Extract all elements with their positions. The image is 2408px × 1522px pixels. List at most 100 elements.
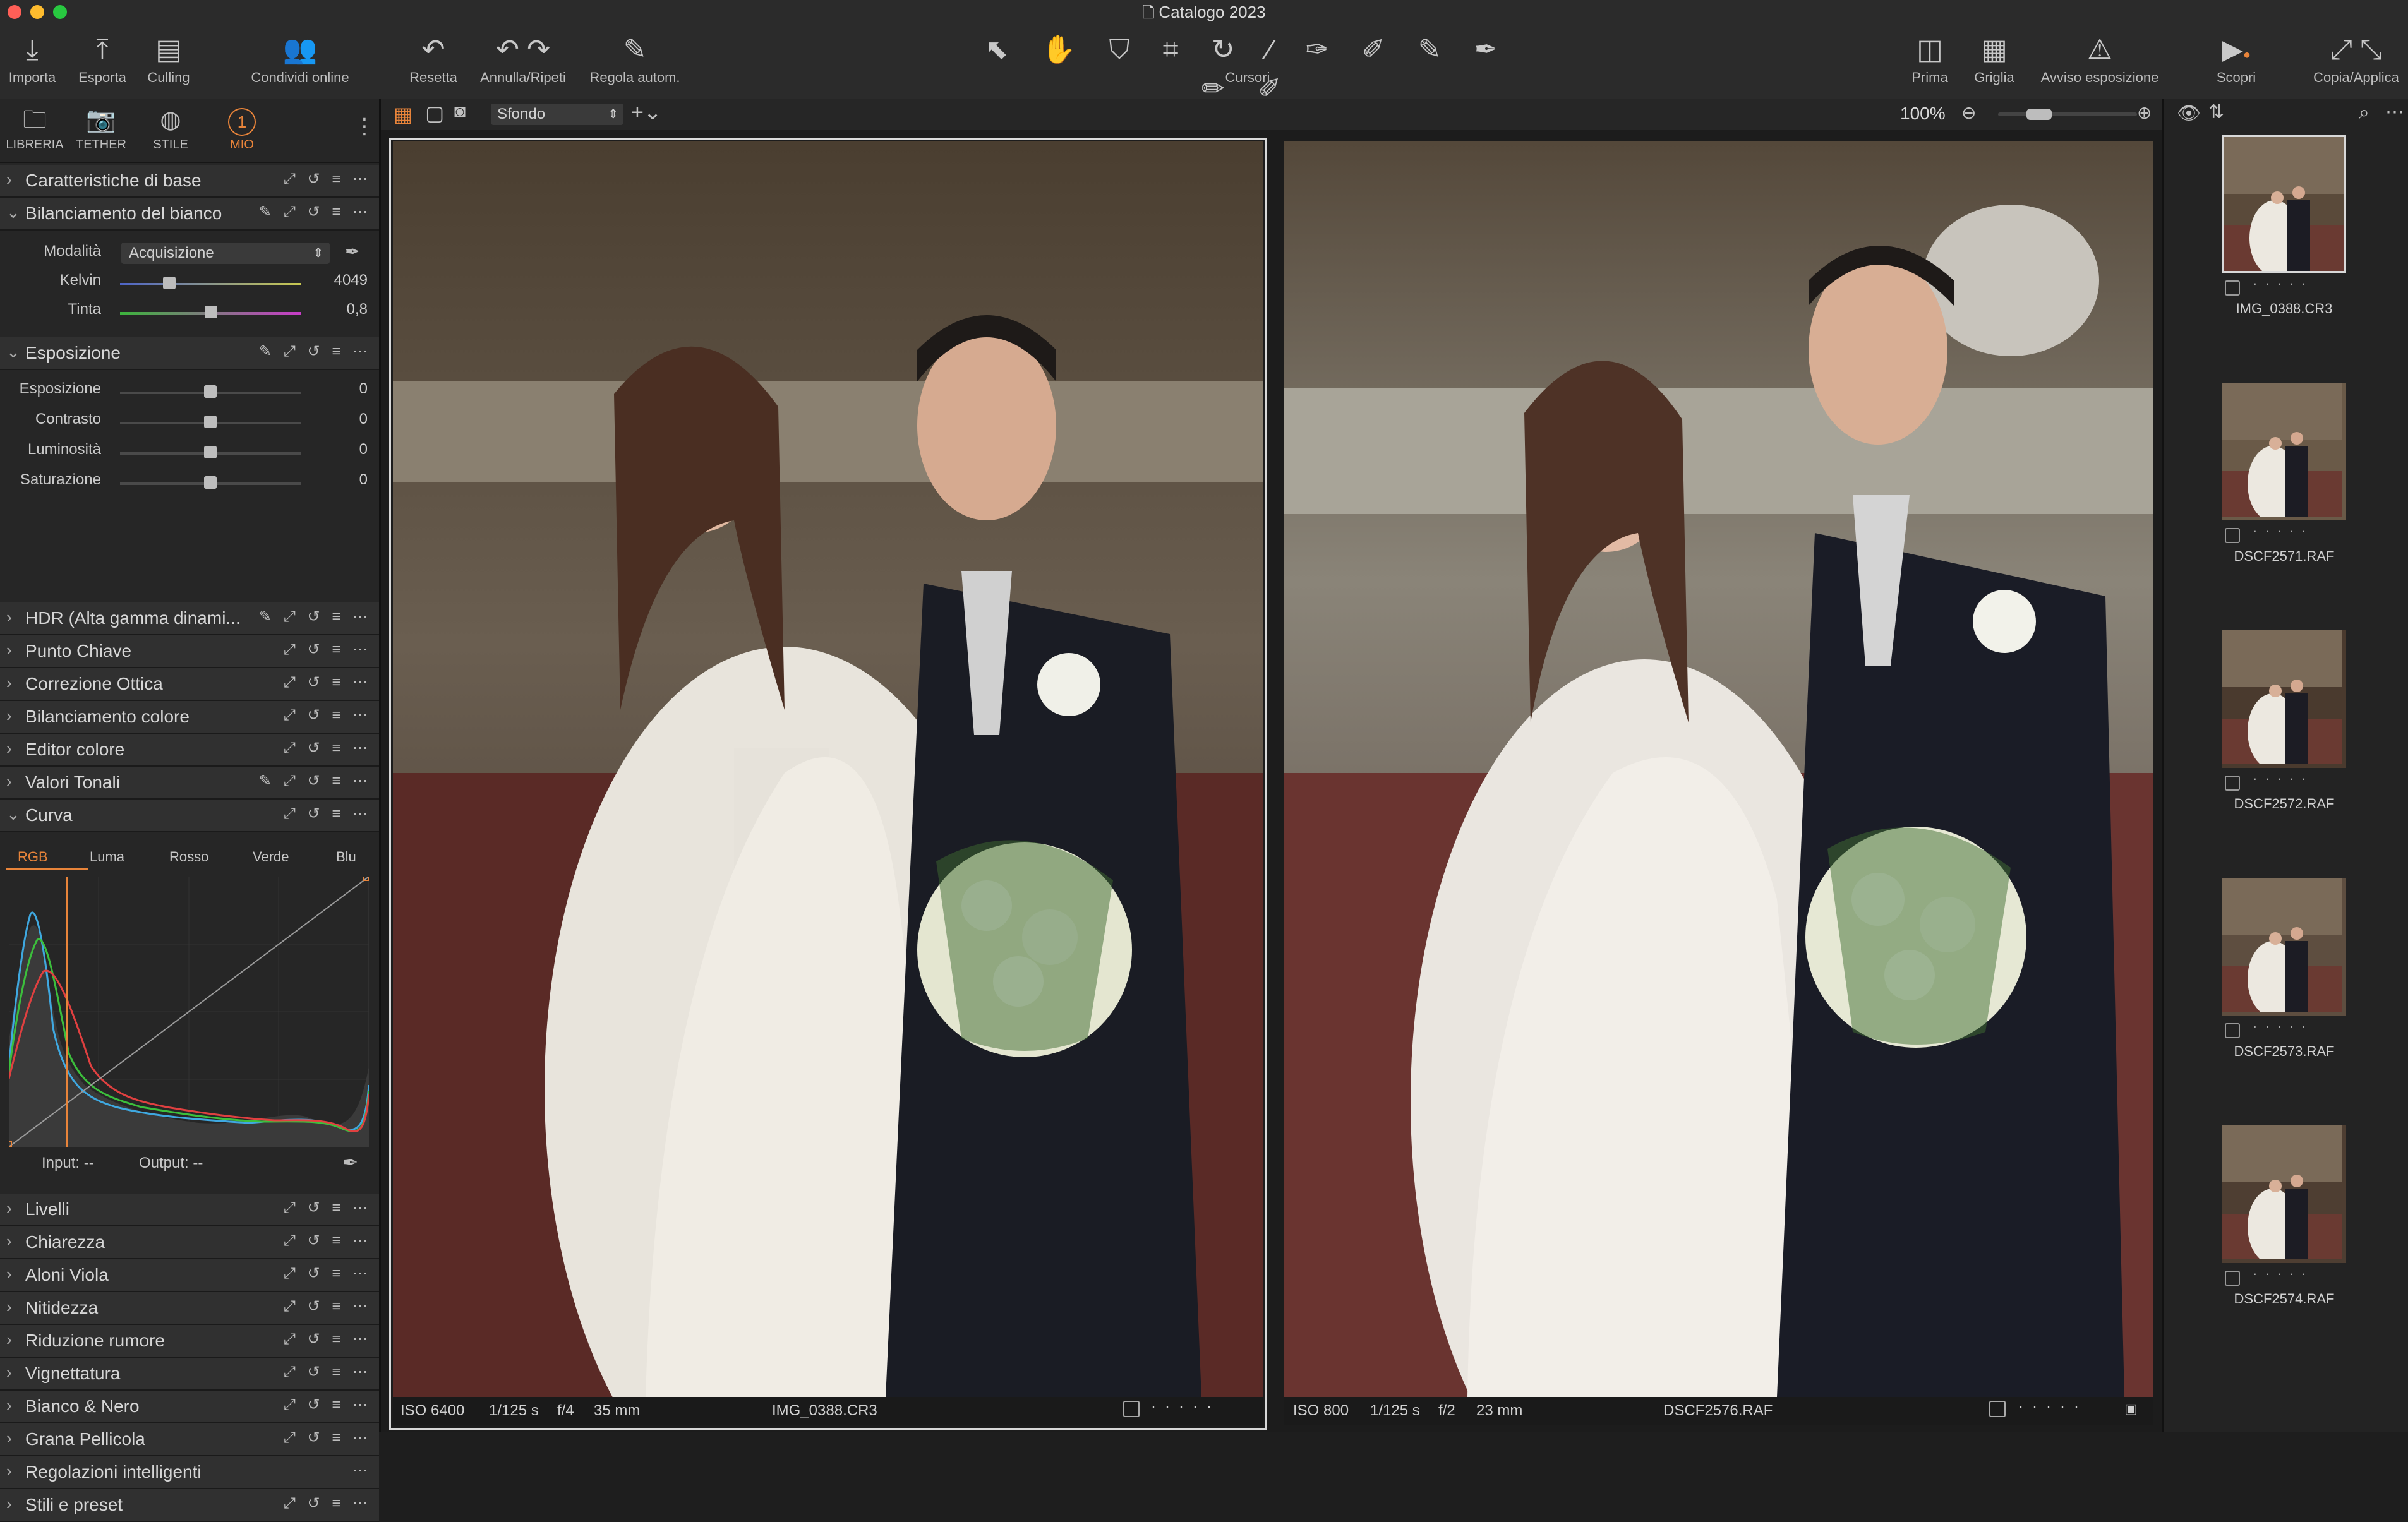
background-select[interactable]: Sfondo ⇕: [491, 104, 623, 125]
section-basic[interactable]: › Caratteristiche di base ⤢ ↺ ≡ ⋯: [0, 165, 379, 198]
exposure-row-knob[interactable]: [204, 385, 217, 398]
tab-tether[interactable]: 📷 TETHER: [66, 102, 136, 152]
tab-library[interactable]: 🗀 LIBRERIA: [0, 102, 69, 152]
section-actions-icons[interactable]: ⤢ ↺ ≡ ⋯: [284, 805, 371, 823]
section-item[interactable]: › Riduzione rumore ⤢ ↺ ≡ ⋯: [0, 1325, 379, 1358]
section-item[interactable]: › Nitidezza ⤢ ↺ ≡ ⋯: [0, 1292, 379, 1325]
section-actions-icons[interactable]: ⤢ ↺ ≡ ⋯: [284, 170, 371, 188]
left-rating-stars[interactable]: ·····: [1151, 1398, 1220, 1416]
sort-icon[interactable]: ⇅: [2208, 101, 2224, 123]
curve-tab-red[interactable]: Rosso: [169, 849, 208, 865]
single-view-icon[interactable]: ▢: [425, 101, 444, 125]
exposure-row-knob[interactable]: [204, 476, 217, 489]
section-actions-icons[interactable]: ✎ ⤢ ↺ ≡ ⋯: [259, 608, 371, 626]
exposure-row-value[interactable]: 0: [317, 441, 368, 458]
zoom-level[interactable]: 100%: [1900, 104, 1946, 124]
search-icon[interactable]: ⌕: [2359, 102, 2369, 124]
section-actions-icons[interactable]: ⤢ ↺ ≡ ⋯: [284, 640, 371, 659]
thumbnail-image[interactable]: [2222, 630, 2346, 768]
exposure-row-value[interactable]: 0: [317, 380, 368, 398]
section-actions-icons[interactable]: ⤢ ↺ ≡ ⋯: [284, 1494, 371, 1513]
exposure-warning-button[interactable]: ⚠ Avviso esposizione: [2030, 30, 2169, 86]
section-actions-icons[interactable]: ✎ ⤢ ↺ ≡ ⋯: [259, 203, 371, 221]
section-actions-icons[interactable]: ⤢ ↺ ≡ ⋯: [284, 1396, 371, 1414]
thumbnail-rating[interactable]: ·····: [2253, 1266, 2314, 1282]
zoom-out-icon[interactable]: ⊖: [1961, 102, 1976, 123]
import-button[interactable]: ⤓ Importa: [4, 30, 61, 86]
undo-redo-button[interactable]: ↶ ↷ Annulla/Ripeti: [473, 30, 574, 86]
preview-icon[interactable]: ◙: [454, 101, 466, 123]
thumbnail-rating[interactable]: ·····: [2253, 523, 2314, 539]
thumbnail-image[interactable]: [2222, 1125, 2346, 1263]
before-button[interactable]: ◫ Prima: [1895, 30, 1965, 86]
curve-tab-luma[interactable]: Luma: [90, 849, 124, 865]
zoom-in-icon[interactable]: ⊕: [2137, 102, 2152, 123]
discover-button[interactable]: ▶● Scopri: [2205, 30, 2268, 86]
section-exposure[interactable]: ⌄ Esposizione ✎ ⤢ ↺ ≡ ⋯: [0, 337, 379, 370]
curve-tab-blue[interactable]: Blu: [336, 849, 356, 865]
curve-editor[interactable]: [9, 877, 369, 1147]
thumbnail-checkbox[interactable]: [2225, 1271, 2240, 1286]
tab-style[interactable]: ◍ STILE: [136, 102, 205, 152]
section-curve[interactable]: ⌄ Curva ⤢ ↺ ≡ ⋯: [0, 800, 379, 832]
thumbnail-rating[interactable]: ·····: [2253, 1018, 2314, 1034]
share-online-button[interactable]: 👥 Condividi online: [240, 30, 360, 86]
tint-slider-knob[interactable]: [205, 306, 217, 318]
zoom-slider-knob[interactable]: [2026, 109, 2052, 120]
thumbnail-checkbox[interactable]: [2225, 528, 2240, 543]
culling-button[interactable]: ▤ Culling: [140, 30, 197, 86]
more-icon[interactable]: ⋯: [2385, 101, 2404, 123]
section-item[interactable]: › Bilanciamento colore ⤢ ↺ ≡ ⋯: [0, 701, 379, 734]
right-select-checkbox[interactable]: [1989, 1401, 2006, 1417]
section-actions-icons[interactable]: ⤢ ↺ ≡ ⋯: [284, 706, 371, 724]
thumbnail-checkbox[interactable]: [2225, 280, 2240, 296]
wb-mode-select[interactable]: Acquisizione ⇕: [121, 243, 330, 264]
image-left[interactable]: [393, 141, 1263, 1397]
reset-button[interactable]: ↶ Resetta: [402, 30, 465, 86]
section-actions-icons[interactable]: ✎ ⤢ ↺ ≡ ⋯: [259, 342, 371, 361]
export-button[interactable]: ⤒ Esporta: [71, 30, 134, 86]
section-item[interactable]: › HDR (Alta gamma dinami... ✎ ⤢ ↺ ≡ ⋯: [0, 602, 379, 635]
thumbnail-image[interactable]: [2222, 878, 2346, 1016]
section-tonal-values[interactable]: › Valori Tonali ✎ ⤢ ↺ ≡ ⋯: [0, 767, 379, 800]
section-white-balance[interactable]: ⌄ Bilanciamento del bianco ✎ ⤢ ↺ ≡ ⋯: [0, 198, 379, 231]
section-actions-icons[interactable]: ⤢ ↺ ≡ ⋯: [284, 1429, 371, 1447]
copy-apply-button[interactable]: ⤢ ⤡ Copia/Applica: [2306, 30, 2407, 86]
section-item[interactable]: › Grana Pellicola ⤢ ↺ ≡ ⋯: [0, 1423, 379, 1456]
thumbnail-image[interactable]: [2222, 135, 2346, 273]
add-icon[interactable]: +⌄: [631, 100, 661, 125]
thumbnail-rating[interactable]: ·····: [2253, 275, 2314, 292]
curve-picker-icon[interactable]: ✒: [342, 1152, 358, 1174]
eye-icon[interactable]: 👁: [2177, 102, 2201, 124]
tab-mine[interactable]: 1 MIO: [207, 102, 277, 152]
section-actions-icons[interactable]: ✎ ⤢ ↺ ≡ ⋯: [259, 772, 371, 790]
thumbnail-checkbox[interactable]: [2225, 776, 2240, 791]
kelvin-value[interactable]: 4049: [317, 272, 368, 289]
left-select-checkbox[interactable]: [1123, 1401, 1140, 1417]
auto-adjust-button[interactable]: ✎ Regola autom.: [581, 30, 689, 86]
section-actions-icons[interactable]: ⤢ ↺ ≡ ⋯: [284, 1363, 371, 1381]
section-actions-icons[interactable]: ⤢ ↺ ≡ ⋯: [284, 1199, 371, 1217]
section-actions-icons[interactable]: ⤢ ↺ ≡ ⋯: [284, 1264, 371, 1283]
exposure-row-value[interactable]: 0: [317, 471, 368, 489]
section-actions-icons[interactable]: ⤢ ↺ ≡ ⋯: [284, 673, 371, 692]
eyedropper-icon[interactable]: ✒: [345, 241, 359, 262]
tint-value[interactable]: 0,8: [317, 301, 368, 318]
exposure-row-knob[interactable]: [204, 446, 217, 458]
zoom-slider[interactable]: [1998, 112, 2137, 116]
thumbnail-image[interactable]: [2222, 383, 2346, 520]
section-item[interactable]: › Chiarezza ⤢ ↺ ≡ ⋯: [0, 1226, 379, 1259]
thumbnail-rating[interactable]: ·····: [2253, 770, 2314, 787]
grid-view-icon[interactable]: ▦: [394, 102, 412, 126]
section-item[interactable]: › Punto Chiave ⤢ ↺ ≡ ⋯: [0, 635, 379, 668]
section-item[interactable]: › Livelli ⤢ ↺ ≡ ⋯: [0, 1194, 379, 1226]
section-actions-icons[interactable]: ⤢ ↺ ≡ ⋯: [284, 739, 371, 757]
cursor-tools-icons[interactable]: ⬉ ✋ ⛉ ⌗ ↻ ⁄ ✑ ✐ ✎ ✒ ✏ ✐: [973, 30, 1522, 104]
thumbnail-checkbox[interactable]: [2225, 1023, 2240, 1038]
more-icon[interactable]: ⋮: [354, 114, 375, 139]
kelvin-slider-knob[interactable]: [163, 277, 176, 289]
exposure-row-knob[interactable]: [204, 416, 217, 428]
section-item[interactable]: › Aloni Viola ⤢ ↺ ≡ ⋯: [0, 1259, 379, 1292]
curve-tab-green[interactable]: Verde: [253, 849, 289, 865]
section-actions-icons[interactable]: ⋯: [352, 1461, 371, 1480]
